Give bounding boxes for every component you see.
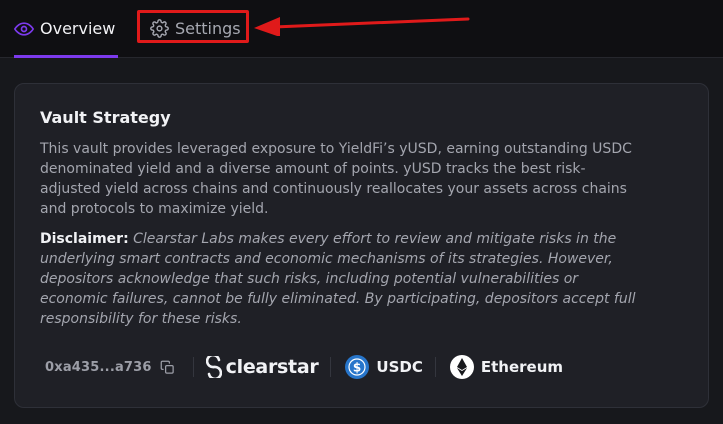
disclaimer-label: Disclaimer: [40, 231, 129, 247]
asset-name: USDC [376, 358, 423, 376]
divider [330, 357, 332, 377]
curator-link[interactable]: clearstar [205, 356, 319, 378]
tab-overview[interactable]: Overview [14, 0, 118, 58]
annotation-arrow-icon [254, 17, 470, 36]
clearstar-logo-icon [205, 356, 222, 378]
divider [434, 357, 436, 377]
vault-address: 0xa435...a736 [45, 359, 152, 375]
card-title: Vault Strategy [40, 108, 171, 127]
settings-highlight-box [137, 10, 249, 43]
usdc-icon: $ [345, 355, 370, 379]
asset-badge[interactable]: $ USDC [345, 355, 423, 379]
active-tab-indicator [14, 55, 118, 58]
eye-icon [14, 19, 34, 39]
network-badge[interactable]: Ethereum [449, 355, 564, 379]
tab-overview-label: Overview [40, 19, 116, 38]
top-nav: Overview Settings [0, 0, 723, 58]
vault-description: This vault provides leveraged exposure t… [40, 141, 632, 217]
network-name: Ethereum [480, 358, 564, 376]
disclaimer: Disclaimer: Clearstar Labs makes every e… [40, 229, 640, 329]
vault-strategy-card: Vault Strategy This vault provides lever… [14, 83, 709, 408]
disclaimer-text: Clearstar Labs makes every effort to rev… [40, 231, 636, 327]
divider [192, 357, 194, 377]
ethereum-icon [449, 355, 474, 379]
copy-icon[interactable] [160, 360, 175, 375]
svg-text:$: $ [353, 361, 361, 375]
vault-meta-row: 0xa435...a736 clearstar $ USDC Ethereum [45, 352, 685, 382]
curator-name: clearstar [225, 356, 319, 378]
